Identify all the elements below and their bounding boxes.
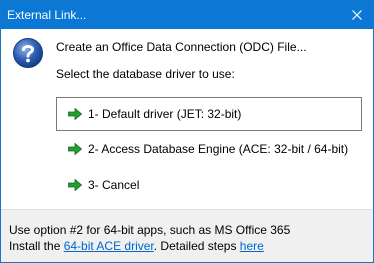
footer-install-prefix: Install the [9,239,64,253]
option-label: 2- Access Database Engine (ACE: 32-bit /… [88,142,349,156]
footer-note: Use option #2 for 64-bit apps, such as M… [9,223,291,237]
option-label: 1- Default driver (JET: 32-bit) [88,107,242,121]
detailed-steps-link[interactable]: here [240,239,264,253]
window-title: External Link... [7,8,87,22]
green-arrow-icon [68,108,82,120]
question-mark-icon [13,38,43,68]
option-cancel-button[interactable]: 3- Cancel [56,168,362,202]
dialog-footer: Use option #2 for 64-bit apps, such as M… [1,209,373,262]
dialog-window: External Link... Create an Office Data C… [0,0,374,263]
green-arrow-icon [68,143,82,155]
footer-install-middle: . Detailed steps [153,239,240,253]
dialog-instruction: Select the database driver to use: [56,67,235,81]
option-default-driver-button[interactable]: 1- Default driver (JET: 32-bit) [56,97,362,131]
option-label: 3- Cancel [88,178,140,192]
close-button[interactable] [341,1,373,29]
green-arrow-icon [68,179,82,191]
option-ace-driver-button[interactable]: 2- Access Database Engine (ACE: 32-bit /… [56,132,362,166]
title-bar[interactable]: External Link... [1,1,373,29]
footer-install-line: Install the 64-bit ACE driver. Detailed … [9,239,264,253]
ace-driver-link[interactable]: 64-bit ACE driver [64,239,154,253]
close-icon [352,10,362,20]
dialog-heading: Create an Office Data Connection (ODC) F… [56,40,307,54]
